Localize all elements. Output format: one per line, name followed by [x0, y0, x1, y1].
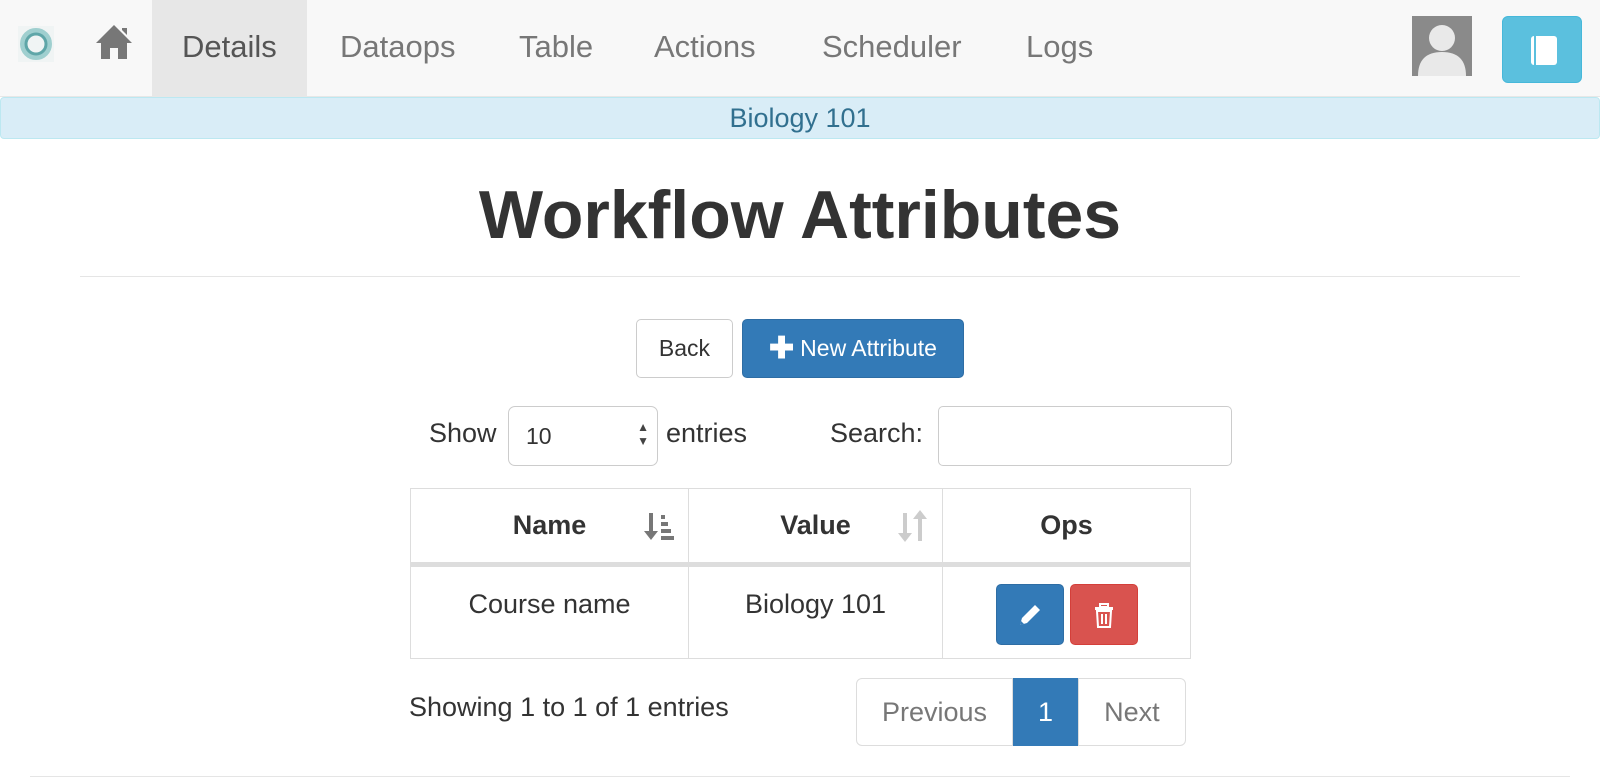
show-label: Show [429, 418, 497, 448]
tab-scheduler[interactable]: Scheduler [792, 0, 992, 96]
logo-ring-icon[interactable] [18, 26, 54, 62]
table-row: Course name Biology 101 [410, 564, 1191, 659]
new-attribute-label: New Attribute [800, 335, 937, 361]
column-header-label: Value [780, 510, 851, 540]
attributes-table: Name Value Ops Course name Biology 101 [410, 488, 1191, 659]
title-divider [80, 276, 1520, 277]
previous-page-button[interactable]: Previous [856, 678, 1014, 746]
tab-actions[interactable]: Actions [624, 0, 786, 96]
tab-table[interactable]: Table [489, 0, 623, 96]
entries-label: entries [666, 418, 748, 448]
user-avatar-icon[interactable] [1412, 16, 1472, 76]
cell-value: Biology 101 [688, 564, 943, 659]
cell-ops [942, 564, 1191, 659]
page-length-select[interactable]: 10 ▲ ▼ [508, 406, 658, 466]
footer-divider [30, 776, 1570, 777]
search-input[interactable] [938, 406, 1232, 466]
column-header-ops: Ops [942, 488, 1191, 567]
select-arrows-icon: ▲ ▼ [637, 420, 649, 448]
top-navbar: Details Dataops Table Actions Scheduler … [0, 0, 1600, 97]
current-page-button[interactable]: 1 [1013, 678, 1079, 746]
pencil-icon [1019, 605, 1040, 625]
sort-ascending-icon [644, 513, 674, 540]
workflow-name-banner: Biology 101 [0, 97, 1600, 139]
column-header-name[interactable]: Name [410, 488, 689, 567]
table-info: Showing 1 to 1 of 1 entries [409, 692, 729, 722]
search-label: Search: [830, 418, 924, 448]
column-header-value[interactable]: Value [688, 488, 943, 567]
column-header-label: Ops [1040, 510, 1093, 540]
plus-icon: ✚ [769, 332, 795, 365]
edit-attribute-button[interactable] [995, 584, 1064, 645]
page-title: Workflow Attributes [478, 177, 1122, 253]
next-page-button[interactable]: Next [1078, 678, 1186, 746]
column-header-label: Name [512, 510, 587, 540]
documentation-button[interactable] [1502, 16, 1582, 83]
book-icon [1531, 36, 1557, 65]
pagination: Previous 1 Next [856, 678, 1186, 746]
delete-attribute-button[interactable] [1069, 584, 1138, 645]
home-icon[interactable] [94, 22, 134, 62]
page-length-value: 10 [526, 423, 552, 449]
new-attribute-button[interactable]: ✚ New Attribute [742, 319, 964, 378]
sort-both-icon [898, 510, 927, 542]
tab-logs[interactable]: Logs [996, 0, 1123, 96]
cell-name: Course name [410, 564, 689, 659]
back-button[interactable]: Back [636, 319, 733, 378]
tab-details[interactable]: Details [152, 0, 307, 96]
tab-dataops[interactable]: Dataops [310, 0, 485, 96]
table-header-row: Name Value Ops [410, 488, 1191, 567]
trash-icon [1094, 603, 1113, 628]
